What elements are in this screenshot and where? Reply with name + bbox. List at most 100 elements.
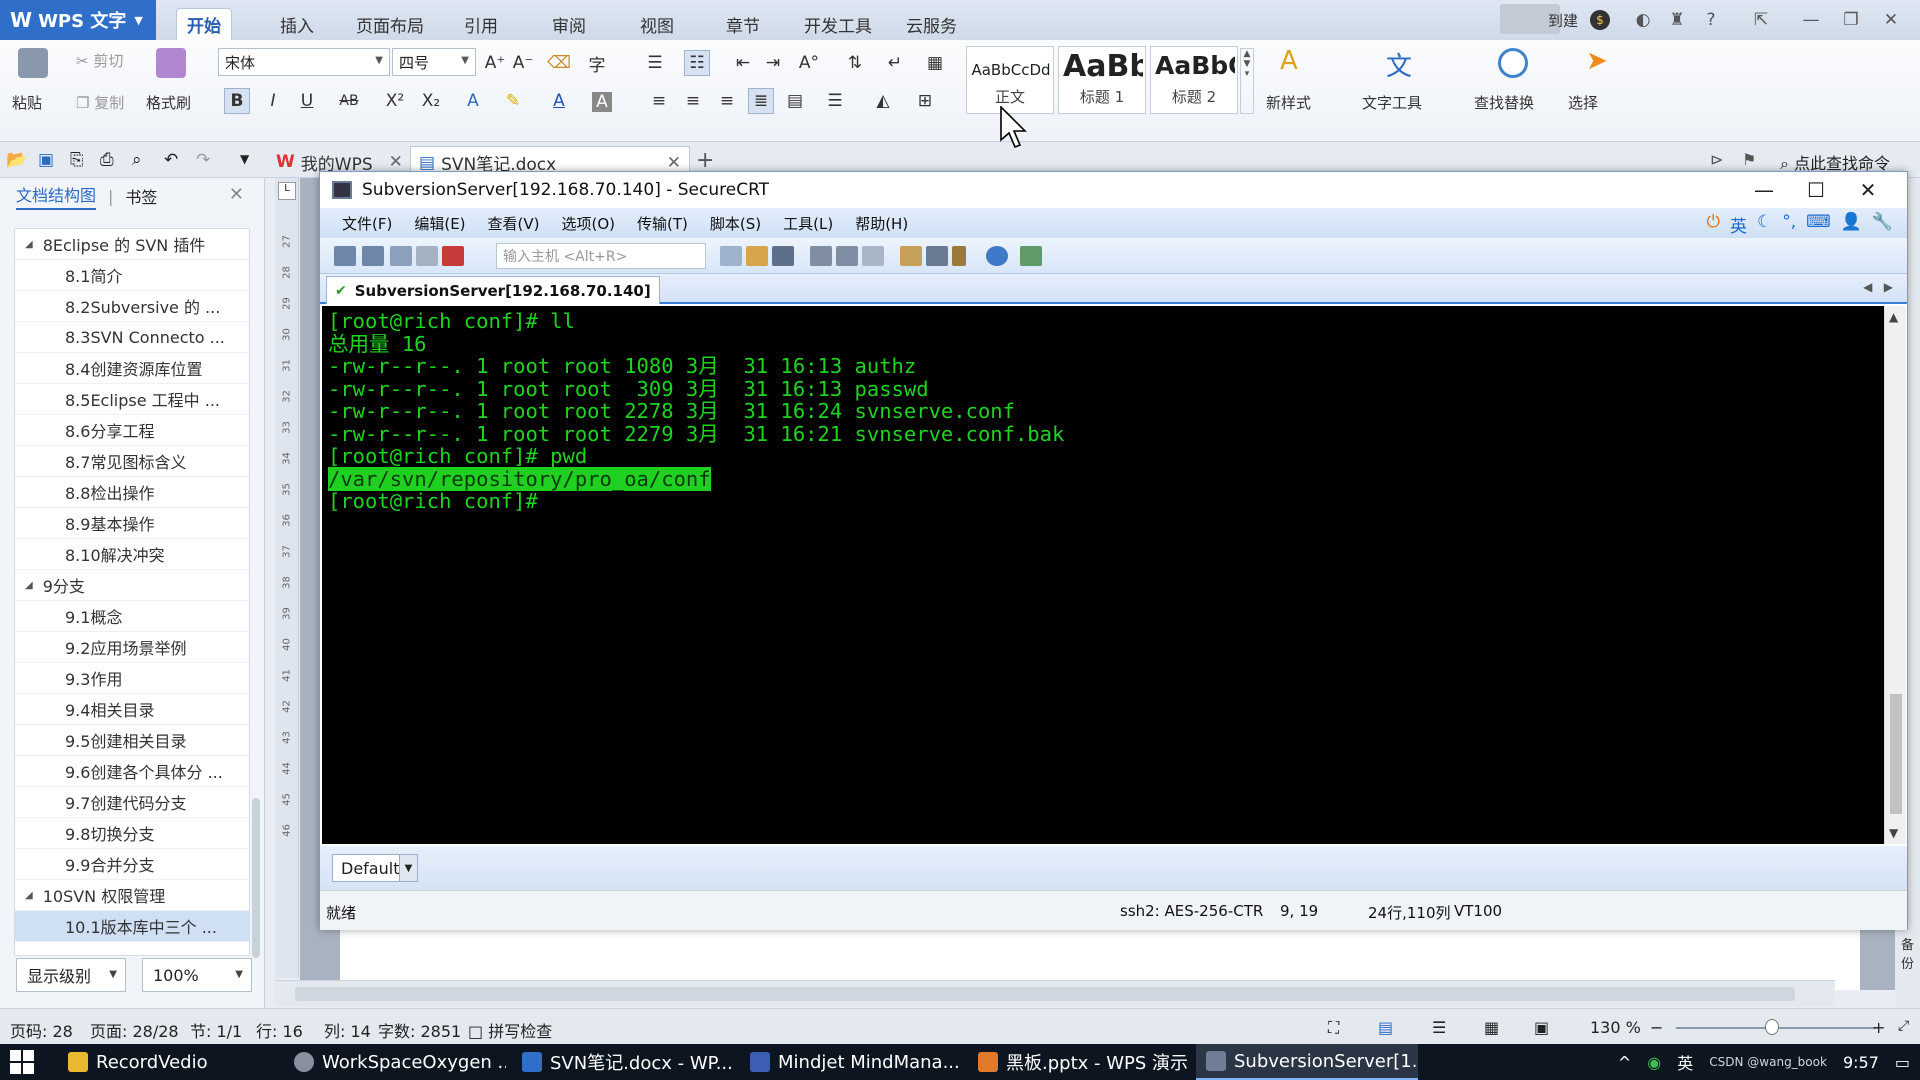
tab-view[interactable]: 视图 (630, 8, 684, 40)
outline-scrollbar[interactable] (252, 798, 260, 958)
menu-tools[interactable]: 工具(L) (783, 213, 833, 234)
change-case-icon[interactable]: A° (796, 50, 822, 76)
align-left-icon[interactable]: ≡ (646, 88, 672, 114)
tab-chapter[interactable]: 章节 (716, 8, 770, 40)
numbered-list-icon[interactable]: ☷ (684, 50, 710, 76)
taskbar-item-blackboard-pptx[interactable]: 黑板.pptx - WPS 演示 (968, 1044, 1190, 1080)
share-icon[interactable]: ⊳ (1710, 150, 1723, 169)
skin-icon[interactable]: ◐ (1628, 6, 1658, 34)
italic-button[interactable]: I (260, 88, 286, 114)
taskbar-item-mindjet[interactable]: Mindjet MindMana... (740, 1044, 962, 1080)
show-level-combo[interactable]: 显示级别 ▼ (16, 958, 126, 992)
session-tab[interactable]: ✔ SubversionServer[192.168.70.140] (326, 276, 660, 304)
outline-item[interactable]: 9.9合并分支 (15, 849, 249, 880)
expand-collapse-icon[interactable]: ◢ (25, 580, 33, 591)
expand-collapse-icon[interactable]: ◢ (25, 890, 33, 901)
scroll-thumb[interactable] (295, 987, 1795, 1001)
taskbar-item-recordvedio[interactable]: RecordVedio (58, 1044, 278, 1080)
phonetic-icon[interactable]: 字 (584, 50, 610, 76)
style-heading-1[interactable]: AaBb 标题 1 (1058, 46, 1146, 114)
web-view-icon[interactable]: ▦ (1484, 1018, 1499, 1037)
session-options-icon[interactable] (900, 246, 922, 266)
page-view-icon[interactable]: ▤ (1378, 1018, 1393, 1037)
scroll-up-icon[interactable]: ▲ (1889, 310, 1898, 324)
paste-icon[interactable] (746, 246, 768, 266)
fit-icon[interactable]: ⤢ (1898, 1018, 1909, 1034)
clear-format-icon[interactable]: ⌫ (546, 50, 572, 76)
tab-document-map[interactable]: 文档结构图 (16, 182, 97, 210)
help-icon[interactable] (986, 246, 1008, 266)
tab-references[interactable]: 引用 (454, 8, 508, 40)
power-icon[interactable]: ⏻ (1707, 212, 1720, 237)
align-center-icon[interactable]: ≡ (680, 88, 706, 114)
expand-collapse-icon[interactable]: ◢ (25, 239, 33, 250)
bullet-list-icon[interactable]: ☰ (642, 50, 668, 76)
outline-item[interactable]: 9.6创建各个具体分 ... (15, 756, 249, 787)
menu-help[interactable]: 帮助(H) (855, 213, 908, 234)
table-grid-icon[interactable]: ▦ (922, 50, 948, 76)
close-icon[interactable]: ✕ (229, 184, 244, 205)
print-selection-icon[interactable] (836, 246, 858, 266)
help-icon[interactable]: ? (1696, 6, 1726, 34)
user-icon[interactable]: 👤 (1841, 212, 1862, 237)
outline-item[interactable]: ◢ 9分支 (15, 570, 249, 601)
keymap-icon[interactable] (952, 246, 966, 266)
moon-icon[interactable]: ☾ (1757, 212, 1772, 237)
style-heading-2[interactable]: AaBbC 标题 2 (1150, 46, 1238, 114)
terminal-selection[interactable]: /var/svn/repository/pro_oa/conf (328, 466, 711, 491)
find-icon[interactable] (772, 246, 794, 266)
new-style-button[interactable]: 新样式 (1266, 92, 1311, 113)
select-button[interactable]: 选择 (1568, 92, 1598, 113)
justify-icon[interactable]: ≣ (748, 88, 774, 114)
distribute-icon[interactable]: ▤ (782, 88, 808, 114)
close-icon[interactable]: ✕ (389, 152, 403, 172)
menu-edit[interactable]: 编辑(E) (414, 213, 465, 234)
outline-item[interactable]: 8.3SVN Connecto ... (15, 322, 249, 353)
cut-button[interactable]: ✂ 剪切 (76, 50, 123, 71)
print-icon[interactable] (810, 246, 832, 266)
tab-insert[interactable]: 插入 (270, 8, 324, 40)
borders-icon[interactable]: ⊞ (912, 88, 938, 114)
full-screen-icon[interactable]: ⛶ (1328, 1018, 1339, 1038)
zoom-slider-knob[interactable] (1765, 1019, 1779, 1035)
zoom-in-icon[interactable]: + (1872, 1018, 1885, 1037)
outline-item[interactable]: 8.8检出操作 (15, 477, 249, 508)
status-word-count[interactable]: 字数: 2851 (378, 1018, 461, 1042)
char-shading-icon[interactable]: A (592, 92, 612, 112)
format-painter-icon[interactable] (156, 48, 186, 78)
tray-overflow-icon[interactable]: ^ (1618, 1053, 1631, 1072)
decrease-indent-icon[interactable]: ⇤ (730, 50, 756, 76)
ime-indicator[interactable]: 英 (1677, 1050, 1693, 1074)
outline-item[interactable]: 8.4创建资源库位置 (15, 353, 249, 384)
button-bar-selector[interactable]: Default ▼ (332, 854, 418, 882)
outline-item[interactable]: 9.2应用场景举例 (15, 632, 249, 663)
horizontal-scrollbar[interactable] (275, 980, 1835, 1006)
align-right-icon[interactable]: ≡ (714, 88, 740, 114)
menu-options[interactable]: 选项(O) (562, 213, 616, 234)
scroll-down-icon[interactable]: ▼ (1889, 826, 1898, 840)
outline-item[interactable]: 8.9基本操作 (15, 508, 249, 539)
keyboard-icon[interactable]: ⌨ (1806, 212, 1831, 237)
disconnect-icon[interactable] (442, 246, 464, 266)
tab-scroll-arrows[interactable]: ◀ ▶ (1863, 280, 1893, 294)
tab-developer[interactable]: 开发工具 (794, 8, 882, 40)
outline-item[interactable]: ◢ 10SVN 权限管理 (15, 880, 249, 911)
menu-view[interactable]: 查看(V) (488, 213, 540, 234)
taskbar-item-workspace[interactable]: WorkSpaceOxygen ... (284, 1044, 506, 1080)
status-pages[interactable]: 页面: 28/28 (90, 1018, 179, 1042)
bold-button[interactable]: B (224, 88, 250, 114)
pane-zoom-combo[interactable]: 100% ▼ (142, 958, 252, 992)
connect-icon[interactable] (334, 246, 356, 266)
flag-icon[interactable]: ⚑ (1742, 150, 1756, 169)
crt-close-button[interactable]: ✕ (1846, 174, 1890, 206)
outline-item[interactable]: ◢ 8Eclipse 的 SVN 插件 (15, 229, 249, 260)
outline-item[interactable]: 8.2Subversive 的 ... (15, 291, 249, 322)
increase-indent-icon[interactable]: ⇥ (760, 50, 786, 76)
network-icon[interactable]: ◉ (1647, 1053, 1661, 1072)
copy-icon[interactable] (720, 246, 742, 266)
outline-item[interactable]: 9.4相关目录 (15, 694, 249, 725)
outline-view-icon[interactable]: ☰ (1432, 1018, 1446, 1037)
close-icon[interactable]: ✕ (667, 153, 681, 173)
outline-item[interactable]: 9.1概念 (15, 601, 249, 632)
wrench-icon[interactable]: 🔧 (1872, 212, 1893, 237)
